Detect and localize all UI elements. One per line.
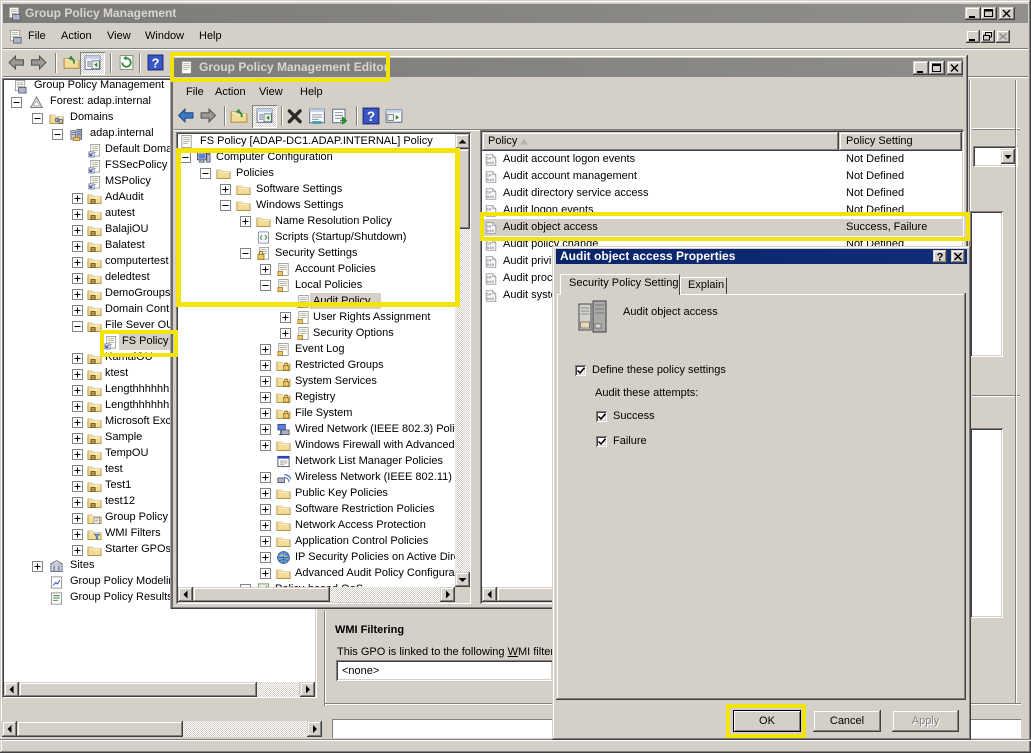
svg-text:?: ? xyxy=(367,109,375,124)
svg-text:010: 010 xyxy=(487,196,495,200)
svg-text:10: 10 xyxy=(487,293,492,297)
svg-text:10: 10 xyxy=(487,174,492,178)
svg-text:010: 010 xyxy=(487,281,495,285)
svg-text:010: 010 xyxy=(487,179,495,183)
svg-text:10: 10 xyxy=(487,276,492,280)
svg-text:10: 10 xyxy=(487,259,492,263)
svg-text:010: 010 xyxy=(487,162,495,166)
svg-text:010: 010 xyxy=(487,298,495,302)
svg-text:010: 010 xyxy=(487,264,495,268)
svg-text:10: 10 xyxy=(487,191,492,195)
svg-text:10: 10 xyxy=(487,157,492,161)
svg-text:010: 010 xyxy=(487,247,495,251)
svg-text:?: ? xyxy=(152,55,160,70)
svg-text:?: ? xyxy=(937,252,944,264)
svg-text:10: 10 xyxy=(487,242,492,246)
